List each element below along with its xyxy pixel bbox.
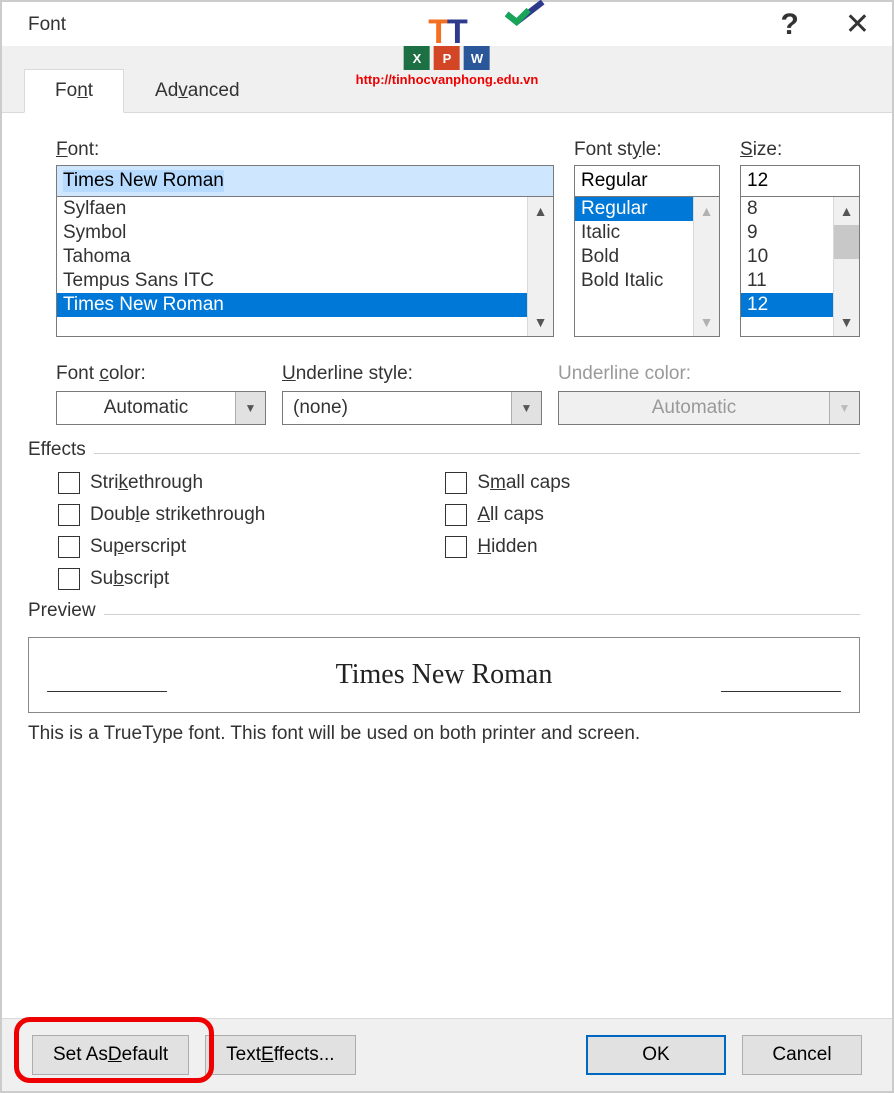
checkbox-hidden[interactable]: Hidden [445,536,570,558]
list-item[interactable]: 8 [741,197,833,221]
list-item[interactable]: 9 [741,221,833,245]
checkbox-all-caps[interactable]: All caps [445,504,570,526]
tab-advanced[interactable]: Advanced [124,69,271,113]
style-scrollbar: ▲ ▼ [693,197,719,336]
underline-color-group: Underline color: Automatic ▼ [558,363,860,425]
font-color-group: Font color: Automatic ▼ [56,363,266,425]
font-label: Font: [56,139,554,161]
preview-legend: Preview [28,600,104,622]
scroll-up-icon[interactable]: ▲ [834,197,859,225]
titlebar-controls: ? ✕ [781,10,870,40]
preview-sample: Times New Roman [336,659,553,691]
font-color-combo[interactable]: Automatic ▼ [56,391,266,425]
dialog-title: Font [28,14,66,36]
preview-group: Preview Times New Roman This is a TrueTy… [28,614,860,745]
font-dialog: Font ? ✕ TT X P W http://tinhocvanphong.… [2,2,892,1091]
close-icon[interactable]: ✕ [845,10,870,40]
list-item[interactable]: Regular [575,197,693,221]
underline-color-label: Underline color: [558,363,860,385]
size-column: Size: 12 8 9 10 11 12 ▲ ▼ [740,139,860,337]
checkbox-superscript[interactable]: Superscript [58,536,265,558]
underline-style-combo[interactable]: (none) ▼ [282,391,542,425]
list-item[interactable]: Times New Roman [57,293,527,317]
titlebar: Font ? ✕ [2,2,892,46]
ok-button[interactable]: OK [586,1035,726,1075]
list-item[interactable]: 11 [741,269,833,293]
button-bar: Set As Default Text Effects... OK Cancel [2,1018,892,1091]
checkbox-small-caps[interactable]: Small caps [445,472,570,494]
preview-line [721,691,841,692]
list-item[interactable]: 10 [741,245,833,269]
tabs: Font Advanced [2,46,892,113]
list-item[interactable]: Italic [575,221,693,245]
help-icon[interactable]: ? [781,10,799,40]
style-column: Font style: Regular Regular Italic Bold … [574,139,720,337]
size-input[interactable]: 12 [740,165,860,197]
preview-description: This is a TrueType font. This font will … [28,723,860,745]
chevron-down-icon[interactable]: ▼ [235,392,265,424]
set-default-button[interactable]: Set As Default [32,1035,189,1075]
font-row: Font: Times New Roman Sylfaen Symbol Tah… [56,139,860,337]
list-item[interactable]: Bold Italic [575,269,693,293]
preview-line [47,691,167,692]
style-label: Font style: [574,139,720,161]
size-scrollbar[interactable]: ▲ ▼ [833,197,859,336]
scroll-up-icon: ▲ [694,197,719,225]
font-listbox[interactable]: Sylfaen Symbol Tahoma Tempus Sans ITC Ti… [56,197,554,337]
scroll-thumb[interactable] [834,225,859,259]
chevron-down-icon: ▼ [829,392,859,424]
list-item[interactable]: Symbol [57,221,527,245]
mid-row: Font color: Automatic ▼ Underline style:… [56,363,860,425]
list-item[interactable]: 12 [741,293,833,317]
list-item[interactable]: Sylfaen [57,197,527,221]
list-item[interactable]: Bold [575,245,693,269]
font-color-label: Font color: [56,363,266,385]
effects-group: Effects Strikethrough Double strikethrou… [28,453,860,590]
style-listbox[interactable]: Regular Italic Bold Bold Italic ▲ ▼ [574,197,720,337]
list-item[interactable]: Tahoma [57,245,527,269]
preview-box: Times New Roman [28,637,860,713]
scroll-down-icon: ▼ [694,308,719,336]
chevron-down-icon[interactable]: ▼ [511,392,541,424]
tab-content: Font: Times New Roman Sylfaen Symbol Tah… [2,113,892,1018]
underline-style-group: Underline style: (none) ▼ [282,363,542,425]
checkbox-strikethrough[interactable]: Strikethrough [58,472,265,494]
underline-color-combo: Automatic ▼ [558,391,860,425]
cancel-button[interactable]: Cancel [742,1035,862,1075]
font-input[interactable]: Times New Roman [56,165,554,197]
size-listbox[interactable]: 8 9 10 11 12 ▲ ▼ [740,197,860,337]
list-item[interactable]: Tempus Sans ITC [57,269,527,293]
style-input[interactable]: Regular [574,165,720,197]
font-column: Font: Times New Roman Sylfaen Symbol Tah… [56,139,554,337]
tab-font[interactable]: Font [24,69,124,113]
checkbox-subscript[interactable]: Subscript [58,568,265,590]
underline-style-label: Underline style: [282,363,542,385]
scroll-down-icon[interactable]: ▼ [528,308,553,336]
effects-legend: Effects [28,439,94,461]
checkbox-double-strikethrough[interactable]: Double strikethrough [58,504,265,526]
scroll-down-icon[interactable]: ▼ [834,308,859,336]
size-label: Size: [740,139,860,161]
text-effects-button[interactable]: Text Effects... [205,1035,355,1075]
scroll-up-icon[interactable]: ▲ [528,197,553,225]
font-scrollbar[interactable]: ▲ ▼ [527,197,553,336]
